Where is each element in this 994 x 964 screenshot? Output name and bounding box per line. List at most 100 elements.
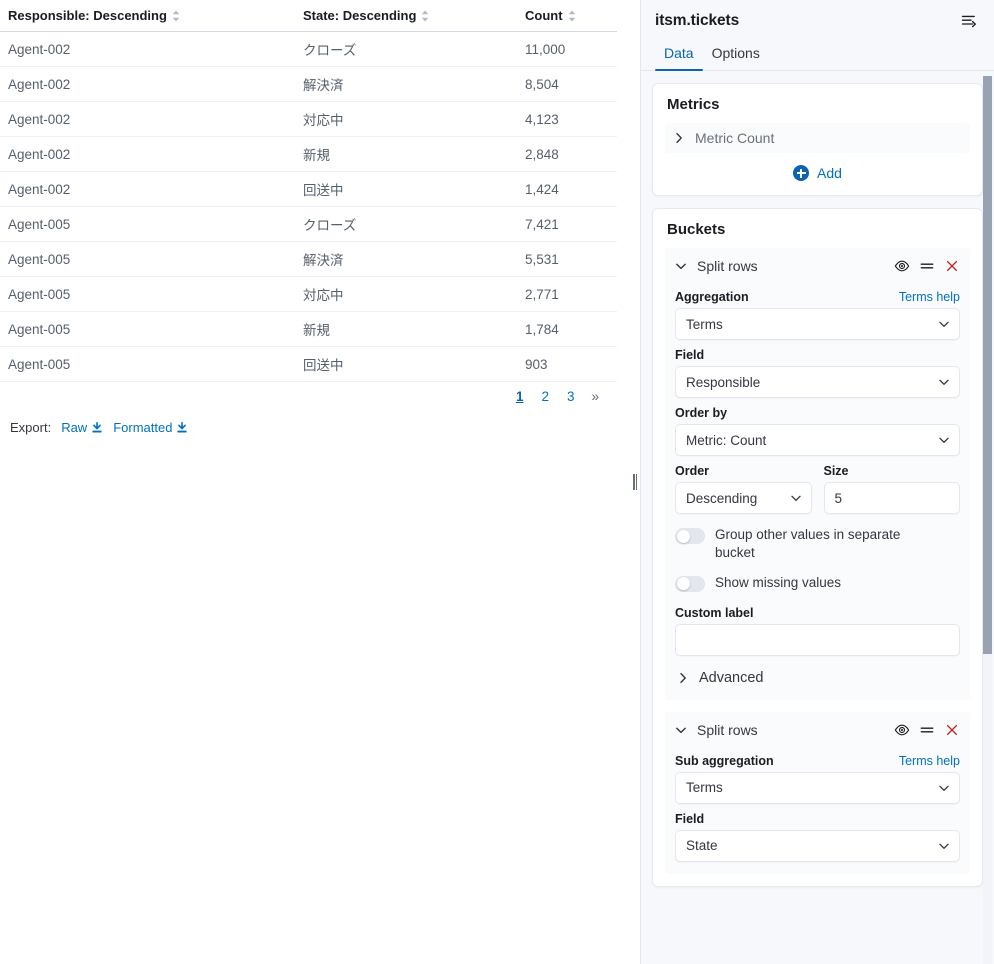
data-table: Responsible: Descending State: Descendin…	[0, 0, 617, 382]
custom-label-row: Custom label	[675, 606, 960, 620]
close-icon[interactable]	[944, 722, 960, 738]
chevron-down-icon	[938, 376, 950, 388]
pagination-page-3[interactable]: 3	[558, 386, 584, 407]
show-missing-values-toggle[interactable]: Show missing values	[675, 574, 960, 592]
cell-state: 解決済	[295, 67, 517, 102]
table-row: Agent-005クローズ7,421	[0, 207, 617, 242]
terms-help-link[interactable]: Terms help	[899, 290, 960, 304]
sub-field-select[interactable]: State	[675, 830, 960, 862]
order-select[interactable]: Descending	[675, 482, 812, 514]
metrics-title: Metrics	[667, 96, 970, 113]
column-header-count[interactable]: Count	[517, 0, 617, 32]
bucket-agg-1-actions	[894, 258, 960, 274]
add-metric-button[interactable]: Add	[665, 153, 970, 183]
metric-item-count[interactable]: Metric Count	[665, 123, 970, 153]
chevron-down-icon	[938, 782, 950, 794]
export-row: Export: Raw Formatted	[0, 420, 630, 435]
pagination: 123»	[507, 386, 608, 407]
advanced-label: Advanced	[699, 670, 764, 686]
cell-count: 1,424	[517, 172, 617, 207]
chevron-down-icon	[675, 724, 687, 736]
chevron-down-icon	[938, 318, 950, 330]
cell-count: 7,421	[517, 207, 617, 242]
field-select[interactable]: Responsible	[675, 366, 960, 398]
bucket-agg-2-header[interactable]: Split rows	[675, 720, 960, 746]
cell-state: 解決済	[295, 242, 517, 277]
terms-help-link[interactable]: Terms help	[899, 754, 960, 768]
aggregation-select-value: Terms	[686, 317, 723, 332]
export-raw-link[interactable]: Raw	[61, 420, 103, 435]
column-header-state-label: State: Descending	[303, 8, 416, 23]
bucket-agg-2-title: Split rows	[697, 722, 884, 738]
orderby-select-value: Metric: Count	[686, 433, 766, 448]
pagination-next[interactable]: »	[583, 386, 608, 407]
sort-icon[interactable]	[171, 10, 181, 22]
orderby-select[interactable]: Metric: Count	[675, 424, 960, 456]
cell-state: 新規	[295, 312, 517, 347]
size-input[interactable]	[824, 482, 961, 514]
cell-count: 2,848	[517, 137, 617, 172]
close-icon[interactable]	[944, 258, 960, 274]
eye-icon[interactable]	[894, 258, 910, 274]
column-header-state[interactable]: State: Descending	[295, 0, 517, 32]
custom-label-input[interactable]	[675, 624, 960, 656]
sort-icon[interactable]	[420, 10, 430, 22]
size-label: Size	[824, 464, 849, 478]
cell-state: クローズ	[295, 32, 517, 67]
scrollbar-track[interactable]	[983, 654, 992, 964]
column-header-count-label: Count	[525, 8, 563, 23]
order-label-row: Order	[675, 464, 812, 478]
download-icon	[176, 422, 188, 434]
visualize-editor: Responsible: Descending State: Descendin…	[0, 0, 994, 964]
pagination-page-1[interactable]: 1	[507, 386, 533, 407]
export-label: Export:	[10, 420, 51, 435]
field-label: Field	[675, 348, 704, 362]
cell-count: 2,771	[517, 277, 617, 312]
table-row: Agent-005対応中2,771	[0, 277, 617, 312]
sub-field-select-value: State	[686, 838, 718, 853]
show-missing-values-label: Show missing values	[715, 574, 841, 592]
toggle-switch	[675, 528, 705, 544]
advanced-toggle[interactable]: Advanced	[675, 656, 960, 688]
aggregation-select[interactable]: Terms	[675, 308, 960, 340]
table-row: Agent-002対応中4,123	[0, 102, 617, 137]
cell-count: 4,123	[517, 102, 617, 137]
pane-resize-handle[interactable]	[630, 0, 640, 964]
tab-data[interactable]: Data	[655, 38, 703, 70]
drag-handle-icon[interactable]	[919, 258, 935, 274]
pagination-page-2[interactable]: 2	[532, 386, 558, 407]
sort-icon[interactable]	[567, 10, 577, 22]
panel-scrollbar[interactable]	[983, 76, 992, 964]
chevron-down-icon	[675, 260, 687, 272]
bucket-agg-1-title: Split rows	[697, 258, 884, 274]
export-formatted-label: Formatted	[113, 420, 172, 435]
table-row: Agent-005回送中903	[0, 347, 617, 382]
metric-item-label: Metric Count	[695, 130, 774, 146]
cell-count: 11,000	[517, 32, 617, 67]
download-icon	[91, 422, 103, 434]
menu-right-icon[interactable]	[958, 10, 980, 32]
eye-icon[interactable]	[894, 722, 910, 738]
cell-responsible: Agent-002	[0, 32, 295, 67]
grip-icon	[633, 474, 638, 490]
drag-handle-icon[interactable]	[919, 722, 935, 738]
sub-aggregation-select[interactable]: Terms	[675, 772, 960, 804]
group-other-values-toggle[interactable]: Group other values in separate bucket	[675, 526, 960, 562]
scrollbar-thumb[interactable]	[983, 76, 992, 654]
cell-count: 1,784	[517, 312, 617, 347]
cell-responsible: Agent-005	[0, 242, 295, 277]
sub-aggregation-label: Sub aggregation	[675, 754, 774, 768]
cell-responsible: Agent-002	[0, 102, 295, 137]
table-row: Agent-002回送中1,424	[0, 172, 617, 207]
table-row: Agent-005解決済5,531	[0, 242, 617, 277]
bucket-agg-1-header[interactable]: Split rows	[675, 256, 960, 282]
panel-title: itsm.tickets	[655, 12, 739, 30]
table-row: Agent-002クローズ11,000	[0, 32, 617, 67]
cell-count: 8,504	[517, 67, 617, 102]
aggregation-label-row: Aggregation Terms help	[675, 290, 960, 304]
chevron-right-icon	[673, 132, 685, 144]
cell-state: 回送中	[295, 347, 517, 382]
tab-options[interactable]: Options	[703, 38, 769, 70]
column-header-responsible[interactable]: Responsible: Descending	[0, 0, 295, 32]
export-formatted-link[interactable]: Formatted	[113, 420, 188, 435]
